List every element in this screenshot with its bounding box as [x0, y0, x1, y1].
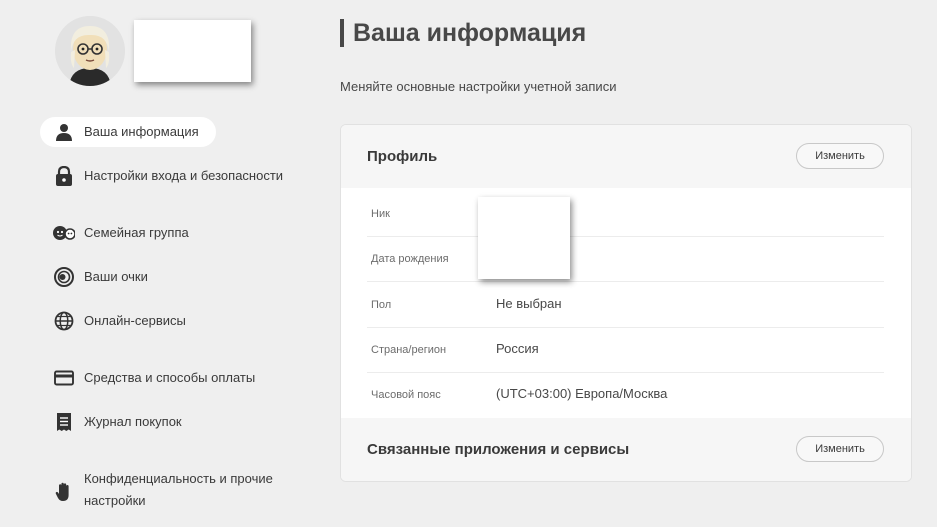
page-subtitle: Меняйте основные настройки учетной запис…	[340, 79, 617, 94]
sidebar-item-privacy[interactable]: Конфиденциальность и прочие настройки	[40, 468, 310, 516]
edit-linked-apps-button[interactable]: Изменить	[796, 436, 884, 462]
profile-row-birthdate: Дата рождения	[367, 237, 884, 282]
avatar[interactable]	[55, 16, 125, 86]
profile-card-header: Профиль Изменить	[341, 125, 911, 188]
lock-icon	[53, 165, 75, 187]
sidebar-item-label: Ваши очки	[84, 269, 148, 284]
sidebar-item-label: Онлайн-сервисы	[84, 313, 186, 328]
credit-card-icon	[53, 367, 75, 389]
profile-row-country: Страна/регион Россия	[367, 328, 884, 373]
sidebar-item-security[interactable]: Настройки входа и безопасности	[40, 161, 310, 191]
sidebar-item-label: Семейная группа	[84, 225, 189, 240]
row-label: Часовой пояс	[371, 389, 441, 401]
sidebar: Ваша информация Настройки входа и безопа…	[0, 0, 320, 527]
row-value: Россия	[496, 341, 539, 356]
sidebar-item-your-info[interactable]: Ваша информация	[40, 117, 216, 147]
sidebar-item-purchase-history[interactable]: Журнал покупок	[40, 407, 310, 437]
row-label: Пол	[371, 299, 392, 311]
sidebar-item-label: Настройки входа и безопасности	[84, 168, 284, 183]
globe-icon	[53, 310, 75, 332]
person-icon	[53, 121, 75, 143]
redacted-personal-info	[478, 197, 570, 279]
edit-profile-button[interactable]: Изменить	[796, 143, 884, 169]
sidebar-item-points[interactable]: Ваши очки	[40, 262, 310, 292]
page-title: Ваша информация	[353, 19, 587, 47]
sidebar-item-online-services[interactable]: Онлайн-сервисы	[40, 306, 310, 336]
receipt-icon	[53, 411, 75, 433]
row-label: Страна/регион	[371, 344, 447, 356]
row-label: Дата рождения	[371, 253, 449, 265]
row-value: Не выбран	[496, 296, 562, 311]
hand-icon	[53, 481, 75, 503]
sidebar-item-payment[interactable]: Средства и способы оплаты	[40, 363, 310, 393]
mii-avatar-icon	[55, 16, 125, 86]
row-value: (UTC+03:00) Европа/Москва	[496, 386, 668, 401]
account-page: Ваша информация Настройки входа и безопа…	[0, 0, 937, 527]
profile-row-gender: Пол Не выбран	[367, 283, 884, 328]
title-accent-bar	[340, 19, 344, 47]
sidebar-item-label: Конфиденциальность и прочие настройки	[84, 471, 273, 508]
sidebar-item-label: Средства и способы оплаты	[84, 370, 256, 385]
sidebar-item-label: Ваша информация	[84, 124, 199, 139]
profile-row-nickname: Ник	[367, 192, 884, 237]
profile-row-timezone: Часовой пояс (UTC+03:00) Европа/Москва	[367, 373, 884, 418]
profile-section-title: Профиль	[367, 148, 438, 165]
points-icon	[53, 266, 75, 288]
family-icon	[53, 222, 75, 244]
linked-apps-header: Связанные приложения и сервисы Изменить	[341, 418, 911, 481]
sidebar-item-family[interactable]: Семейная группа	[40, 218, 310, 248]
linked-apps-title: Связанные приложения и сервисы	[367, 441, 630, 458]
profile-card: Профиль Изменить Ник Дата рождения Пол Н…	[340, 124, 912, 482]
row-label: Ник	[371, 208, 390, 220]
redacted-username	[134, 20, 251, 82]
sidebar-item-label: Журнал покупок	[84, 414, 182, 429]
